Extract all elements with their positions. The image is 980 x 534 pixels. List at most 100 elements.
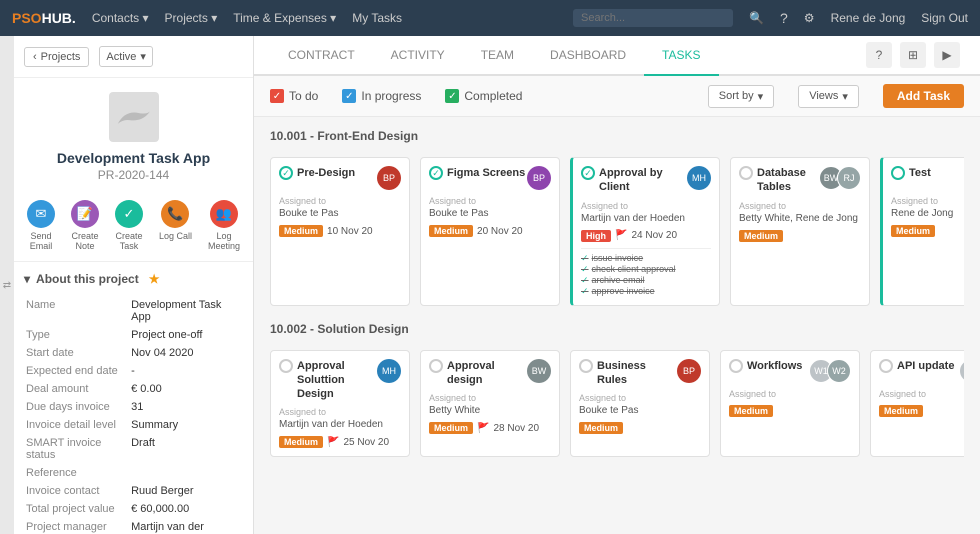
- tabs-bar: CONTRACT ACTIVITY TEAM DASHBOARD TASKS ?…: [254, 36, 980, 76]
- task-card-workflows: Workflows W1 W2 Assigned to Medium: [720, 350, 860, 458]
- task-name-workflows: Workflows: [747, 359, 809, 373]
- detail-due-days: Due days invoice 31: [24, 398, 243, 416]
- about-table: Name Development Task App Type Project o…: [24, 296, 243, 534]
- tasks-content: 10.001 - Front-End Design Pre-Design BP …: [254, 117, 980, 534]
- back-to-projects[interactable]: ‹ Projects: [24, 47, 89, 67]
- task-check-pre-design[interactable]: [279, 166, 293, 180]
- filter-bar: ✓ To do ✓ In progress ✓ Completed Sort b…: [254, 76, 980, 117]
- tab-tasks[interactable]: TASKS: [644, 36, 718, 76]
- right-content: CONTRACT ACTIVITY TEAM DASHBOARD TASKS ?…: [254, 36, 980, 534]
- tab-team[interactable]: TEAM: [463, 36, 532, 76]
- multi-avatar-api: A1 A2: [959, 359, 964, 383]
- left-sidebar: ‹ Projects Active ▾ Development Task App…: [14, 36, 254, 534]
- tab-dashboard[interactable]: DASHBOARD: [532, 36, 644, 76]
- detail-invoice-contact: Invoice contact Ruud Berger: [24, 482, 243, 500]
- task-check-approval-client[interactable]: [581, 166, 595, 180]
- status-select[interactable]: Active ▾: [99, 46, 153, 67]
- cards-row-2: Approval Soluttion Design MH Assigned to…: [270, 350, 964, 458]
- flag-icon: 🚩: [615, 230, 627, 241]
- top-nav: PSOHUB. Contacts ▾ Projects ▾ Time & Exp…: [0, 0, 980, 36]
- task-name-api: API update: [897, 359, 959, 373]
- tab-contract[interactable]: CONTRACT: [270, 36, 373, 76]
- task-check-figma[interactable]: [429, 166, 443, 180]
- task-card-database-tables: Database Tables BW RJ Assigned to Betty …: [730, 157, 870, 306]
- expand-handle[interactable]: ⇄: [0, 36, 14, 534]
- action-icons: ✉ SendEmail 📝 CreateNote ✓ CreateTask 📞 …: [14, 190, 253, 262]
- detail-deal-amount: Deal amount € 0.00: [24, 380, 243, 398]
- detail-start-date: Start date Nov 04 2020: [24, 344, 243, 362]
- todo-checkbox[interactable]: ✓: [270, 89, 284, 103]
- task-check-workflows[interactable]: [729, 359, 743, 373]
- search-input[interactable]: [573, 9, 733, 27]
- about-header[interactable]: ▾ About this project ★: [24, 272, 243, 286]
- task-name-pre-design: Pre-Design: [297, 166, 377, 180]
- log-call-icon: 📞: [161, 200, 189, 228]
- task-check-database[interactable]: [739, 166, 753, 180]
- in-progress-checkbox[interactable]: ✓: [342, 89, 356, 103]
- detail-end-date: Expected end date -: [24, 362, 243, 380]
- task-check-test[interactable]: [891, 166, 905, 180]
- help-icon[interactable]: ?: [780, 10, 788, 26]
- subtask-2: ✓ check client approval: [581, 264, 711, 275]
- filter-todo[interactable]: ✓ To do: [270, 89, 318, 103]
- avatar-pre-design: BP: [377, 166, 401, 190]
- priority-approval-des: Medium: [429, 422, 473, 434]
- project-logo-image: [116, 99, 152, 135]
- avatar-figma: BP: [527, 166, 551, 190]
- help-tab-icon[interactable]: ?: [866, 42, 892, 68]
- sidebar-top: ‹ Projects Active ▾: [14, 36, 253, 78]
- priority-pre-design: Medium: [279, 225, 323, 237]
- task-check-biz[interactable]: [579, 359, 593, 373]
- subtask-4: ✓ approve invoice: [581, 286, 711, 297]
- nav-contacts[interactable]: Contacts ▾: [92, 11, 149, 25]
- task-check-approval-des[interactable]: [429, 359, 443, 373]
- avatar-approval-des: BW: [527, 359, 551, 383]
- log-call-action[interactable]: 📞 Log Call: [159, 200, 192, 251]
- date-approval-client: 24 Nov 20: [631, 230, 677, 241]
- search-icon[interactable]: 🔍: [749, 11, 764, 25]
- chevron-down-icon: ▾: [24, 272, 30, 286]
- detail-smart-status: SMART invoice status Draft: [24, 434, 243, 464]
- settings-icon[interactable]: ⚙: [804, 11, 815, 25]
- avatar-approval-client: MH: [687, 166, 711, 190]
- task-name-test: Test: [909, 166, 964, 180]
- send-email-action[interactable]: ✉ SendEmail: [27, 200, 55, 251]
- task-card-approval-client: Approval by Client MH Assigned to Martij…: [570, 157, 720, 306]
- video-icon[interactable]: ▶: [934, 42, 960, 68]
- nav-projects[interactable]: Projects ▾: [165, 11, 218, 25]
- task-check-api[interactable]: [879, 359, 893, 373]
- sort-by-button[interactable]: Sort by ▾: [708, 85, 774, 108]
- completed-checkbox[interactable]: ✓: [445, 89, 459, 103]
- task-card-approval-design: Approval design BW Assigned to Betty Whi…: [420, 350, 560, 458]
- multi-avatar-database: BW RJ: [819, 166, 861, 190]
- project-logo: [109, 92, 159, 142]
- layout-icon[interactable]: ⊞: [900, 42, 926, 68]
- send-email-icon: ✉: [27, 200, 55, 228]
- nav-my-tasks[interactable]: My Tasks: [352, 11, 402, 25]
- create-note-action[interactable]: 📝 CreateNote: [71, 200, 99, 251]
- project-logo-area: Development Task App PR-2020-144: [14, 78, 253, 190]
- tab-activity[interactable]: ACTIVITY: [373, 36, 463, 76]
- task-check-approval-sol[interactable]: [279, 359, 293, 373]
- task-name-approval-client: Approval by Client: [599, 166, 687, 195]
- section-header-2: 10.002 - Solution Design: [270, 322, 964, 340]
- detail-invoice-level: Invoice detail level Summary: [24, 416, 243, 434]
- subtask-3: ✓ archive email: [581, 275, 711, 286]
- priority-figma: Medium: [429, 225, 473, 237]
- cards-row-1: Pre-Design BP Assigned to Bouke te Pas M…: [270, 157, 964, 306]
- project-title: Development Task App: [57, 150, 210, 166]
- views-button[interactable]: Views ▾: [798, 85, 859, 108]
- sign-out[interactable]: Sign Out: [921, 11, 968, 25]
- date-approval-sol: 25 Nov 20: [343, 437, 389, 448]
- add-task-button[interactable]: Add Task: [883, 84, 964, 108]
- star-icon: ★: [149, 272, 160, 286]
- log-meeting-action[interactable]: 👥 LogMeeting: [208, 200, 240, 251]
- filter-completed[interactable]: ✓ Completed: [445, 89, 522, 103]
- nav-time-expenses[interactable]: Time & Expenses ▾: [233, 11, 336, 25]
- filter-in-progress[interactable]: ✓ In progress: [342, 89, 421, 103]
- detail-type: Type Project one-off: [24, 326, 243, 344]
- detail-project-manager: Project manager Martijn van der Hoeden: [24, 518, 243, 534]
- create-task-action[interactable]: ✓ CreateTask: [115, 200, 143, 251]
- logo: PSOHUB.: [12, 10, 76, 26]
- task-name-approval-des: Approval design: [447, 359, 527, 388]
